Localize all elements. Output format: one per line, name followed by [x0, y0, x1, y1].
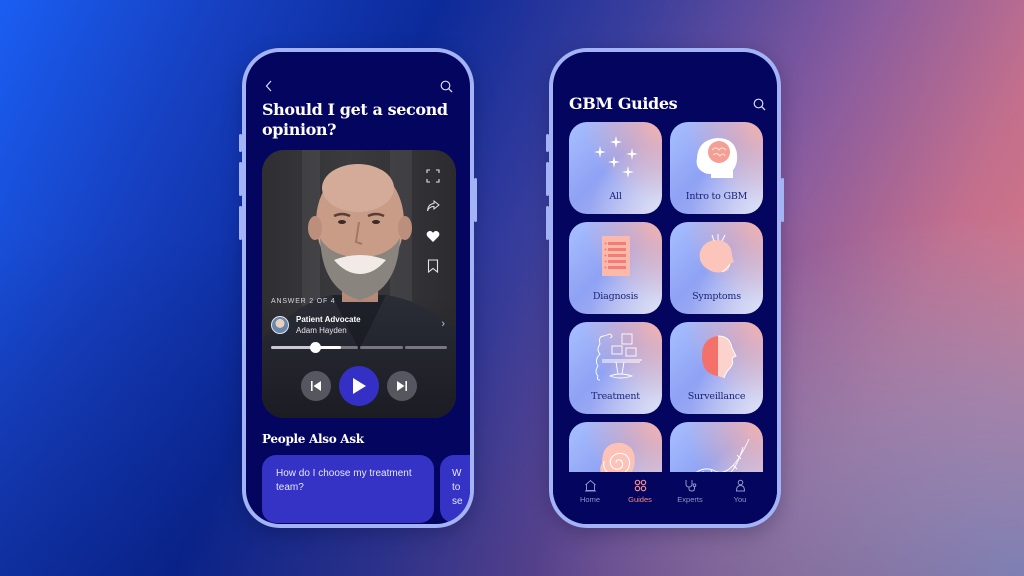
heart-icon [426, 230, 440, 242]
guides-grid: All Intro to GBM Diagnosis Symptoms Trea… [569, 122, 763, 514]
tab-label: Guides [628, 495, 652, 504]
head-brain-icon [696, 138, 737, 178]
guide-tile-treatment[interactable]: Treatment [569, 322, 662, 414]
progress-segment [404, 346, 447, 349]
tile-label: Surveillance [687, 391, 746, 402]
previous-button[interactable] [301, 371, 331, 401]
phone-volume-down-button [546, 206, 549, 240]
video-side-actions [424, 168, 442, 274]
phone-volume-up-button [239, 162, 242, 196]
phone-side-button [239, 134, 242, 152]
tab-label: Experts [677, 495, 703, 504]
back-button[interactable] [262, 78, 276, 94]
speaker-info[interactable]: Patient Advocate Adam Hayden › [271, 314, 447, 336]
tab-home[interactable]: Home [570, 472, 610, 524]
treatment-room-icon [595, 333, 642, 381]
stars-icon [593, 136, 638, 178]
search-button[interactable] [751, 96, 767, 112]
bottom-tab-bar: Home Guides Experts You [553, 472, 777, 524]
chevron-right-icon: › [441, 318, 445, 330]
clipboard-list-icon [601, 236, 630, 276]
screen: GBM Guides All Intro to GBM Diagnosis Sy… [553, 52, 777, 524]
search-icon [753, 98, 765, 110]
play-icon [353, 378, 366, 394]
question-card[interactable]: How do I choose my treatment team? [262, 455, 434, 523]
people-also-ask-carousel[interactable]: How do I choose my treatment team? W to … [262, 455, 470, 524]
answer-counter: ANSWER 2 OF 4 [271, 298, 336, 305]
tile-label: Diagnosis [592, 291, 639, 302]
search-icon [440, 80, 452, 92]
people-also-ask-heading: People Also Ask [262, 432, 364, 446]
guide-tile-surveillance[interactable]: Surveillance [670, 322, 763, 414]
phone-side-button [546, 134, 549, 152]
fullscreen-icon [426, 169, 440, 183]
phone-power-button [474, 178, 477, 222]
tab-you[interactable]: You [720, 472, 760, 524]
like-button[interactable] [425, 228, 441, 244]
tile-label: Intro to GBM [685, 191, 748, 202]
progress-segment [271, 346, 314, 349]
phone-volume-up-button [546, 162, 549, 196]
face-profile-icon [701, 335, 737, 379]
speaker-name: Adam Hayden [296, 326, 347, 335]
playback-controls [262, 366, 456, 406]
play-button[interactable] [339, 366, 379, 406]
guide-tile-intro-to-gbm[interactable]: Intro to GBM [670, 122, 763, 214]
avatar [271, 316, 289, 334]
guide-tile-all[interactable]: All [569, 122, 662, 214]
person-icon [735, 479, 745, 491]
share-button[interactable] [425, 198, 441, 214]
screen: Should I get a second opinion? ANSWER 2 … [246, 52, 470, 524]
next-button[interactable] [387, 371, 417, 401]
guide-tile-symptoms[interactable]: Symptoms [670, 222, 763, 314]
head-ache-icon [699, 234, 734, 273]
answer-progress[interactable] [271, 342, 447, 353]
phone-question-screen: Should I get a second opinion? ANSWER 2 … [239, 48, 477, 528]
tab-guides[interactable]: Guides [620, 472, 660, 524]
skip-next-icon [397, 381, 407, 391]
fullscreen-button[interactable] [425, 168, 441, 184]
grid-icon [634, 479, 646, 491]
share-icon [427, 199, 440, 212]
video-player[interactable]: ANSWER 2 OF 4 Patient Advocate Adam Hayd… [262, 150, 456, 418]
tile-label: All [609, 191, 622, 202]
tile-label: Symptoms [692, 291, 741, 302]
tile-label: Treatment [591, 391, 640, 402]
search-button[interactable] [438, 78, 454, 94]
bookmark-icon [427, 259, 439, 273]
phone-guides-screen: GBM Guides All Intro to GBM Diagnosis Sy… [546, 48, 784, 528]
bookmark-button[interactable] [425, 258, 441, 274]
guide-tile-diagnosis[interactable]: Diagnosis [569, 222, 662, 314]
skip-previous-icon [311, 381, 321, 391]
progress-segment-active [309, 342, 358, 353]
progress-segment [360, 346, 403, 349]
home-icon [584, 479, 596, 491]
speaker-role: Patient Advocate [296, 315, 361, 324]
stethoscope-icon [685, 479, 696, 492]
tab-label: You [733, 495, 747, 504]
tab-experts[interactable]: Experts [670, 472, 710, 524]
phone-power-button [781, 178, 784, 222]
tab-label: Home [579, 495, 600, 504]
phone-volume-down-button [239, 206, 242, 240]
page-title: GBM Guides [569, 94, 678, 113]
background [0, 0, 1024, 576]
question-card[interactable]: W to se [440, 455, 470, 523]
chevron-left-icon [265, 80, 272, 92]
question-title: Should I get a second opinion? [262, 100, 448, 139]
progress-scrubber[interactable] [309, 342, 321, 353]
